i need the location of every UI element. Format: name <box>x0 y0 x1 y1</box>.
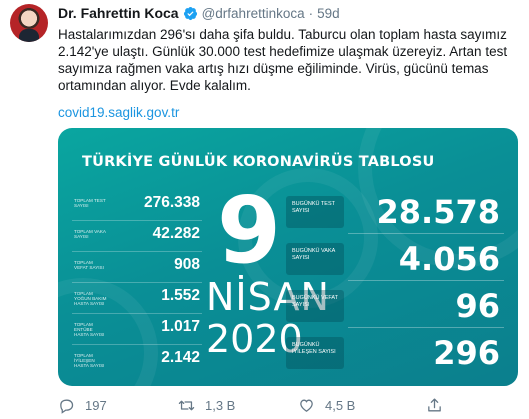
tweet-text: Hastalarımızdan 296'sı daha şifa buldu. … <box>58 27 508 93</box>
tweet-header: Dr. Fahrettin Koca @drfahrettinkoca · 59… <box>58 5 340 21</box>
stat-value: 276.338 <box>143 194 200 211</box>
date-block: 9 NİSAN 2020 <box>206 177 330 361</box>
tweet-link[interactable]: covid19.saglik.gov.tr <box>58 105 179 120</box>
stat-label: TOPLAM VAKA SAYISI <box>74 229 106 239</box>
stat-value: 1.552 <box>161 287 200 304</box>
date-day: 9 <box>216 177 281 284</box>
stat-label: BUGÜNKÜ VAKA SAYISI <box>292 248 335 261</box>
stat-value: 4.056 <box>398 240 500 278</box>
stat-today-tests: BUGÜNKÜ TEST SAYISI 28.578 <box>286 190 504 234</box>
stat-value: 296 <box>433 334 500 372</box>
author-handle[interactable]: @drfahrettinkoca <box>202 6 305 21</box>
retweet-button[interactable]: 1,3 B <box>178 397 235 414</box>
stat-label: TOPLAM YOĞUN BAKIM HASTA SAYISI <box>74 291 107 306</box>
stat-total-recovered: TOPLAM İYİLEŞEN HASTA SAYISI 2.142 <box>72 345 202 376</box>
stat-value: 1.017 <box>161 318 200 335</box>
stat-today-deaths: BUGÜNKÜ VEFAT SAYISI 96 <box>286 284 504 328</box>
divider <box>348 327 504 328</box>
stat-label: BUGÜNKÜ TEST SAYISI <box>292 201 335 214</box>
stat-value: 2.142 <box>161 349 200 366</box>
like-count: 4,5 B <box>325 397 356 413</box>
stat-value: 28.578 <box>376 193 500 231</box>
share-button[interactable] <box>426 397 443 414</box>
stat-today-cases: BUGÜNKÜ VAKA SAYISI 4.056 <box>286 237 504 281</box>
card-title: TÜRKİYE GÜNLÜK KORONAVİRÜS TABLOSU <box>82 154 435 170</box>
left-stats: TOPLAM TEST SAYISI 276.338 TOPLAM VAKA S… <box>72 190 202 376</box>
verified-badge-icon <box>183 6 197 20</box>
divider <box>348 233 504 234</box>
stat-total-icu: TOPLAM YOĞUN BAKIM HASTA SAYISI 1.552 <box>72 283 202 314</box>
right-stats: BUGÜNKÜ TEST SAYISI 28.578 BUGÜNKÜ VAKA … <box>286 190 504 378</box>
tweet-image-card[interactable]: TÜRKİYE GÜNLÜK KORONAVİRÜS TABLOSU TOPLA… <box>58 128 518 386</box>
heart-icon <box>300 399 313 412</box>
stat-total-cases: TOPLAM VAKA SAYISI 42.282 <box>72 221 202 252</box>
stat-total-tests: TOPLAM TEST SAYISI 276.338 <box>72 190 202 221</box>
stat-label: TOPLAM VEFAT SAYISI <box>74 260 104 270</box>
stat-label: TOPLAM TEST SAYISI <box>74 198 106 208</box>
stat-label: BUGÜNKÜ İYİLEŞEN SAYISI <box>292 342 336 355</box>
like-button[interactable]: 4,5 B <box>298 397 355 414</box>
stat-total-deaths: TOPLAM VEFAT SAYISI 908 <box>72 252 202 283</box>
share-icon <box>428 397 441 411</box>
avatar[interactable] <box>10 4 48 42</box>
tweet-time[interactable]: 59d <box>317 6 340 21</box>
retweet-count: 1,3 B <box>205 397 236 413</box>
stat-value: 908 <box>174 256 200 273</box>
stat-label: TOPLAM İYİLEŞEN HASTA SAYISI <box>74 353 105 368</box>
stat-value: 96 <box>455 287 500 325</box>
reply-count: 197 <box>85 397 107 413</box>
tweet[interactable]: Dr. Fahrettin Koca @drfahrettinkoca · 59… <box>0 0 529 419</box>
separator-dot: · <box>308 5 314 21</box>
retweet-icon <box>178 400 195 410</box>
divider <box>348 280 504 281</box>
date-month: NİSAN <box>206 275 330 319</box>
stat-label: TOPLAM ENTÜBE HASTA SAYISI <box>74 322 105 337</box>
stat-label: BUGÜNKÜ VEFAT SAYISI <box>292 295 338 308</box>
author-name[interactable]: Dr. Fahrettin Koca <box>58 5 179 21</box>
reply-button[interactable]: 197 <box>58 397 107 414</box>
date-year: 2020 <box>206 317 303 361</box>
stat-value: 42.282 <box>152 225 200 242</box>
stat-today-recovered: BUGÜNKÜ İYİLEŞEN SAYISI 296 <box>286 331 504 375</box>
stat-total-intubated: TOPLAM ENTÜBE HASTA SAYISI 1.017 <box>72 314 202 345</box>
tweet-actions: 197 1,3 B 4,5 B <box>58 396 458 414</box>
reply-icon <box>60 399 74 414</box>
